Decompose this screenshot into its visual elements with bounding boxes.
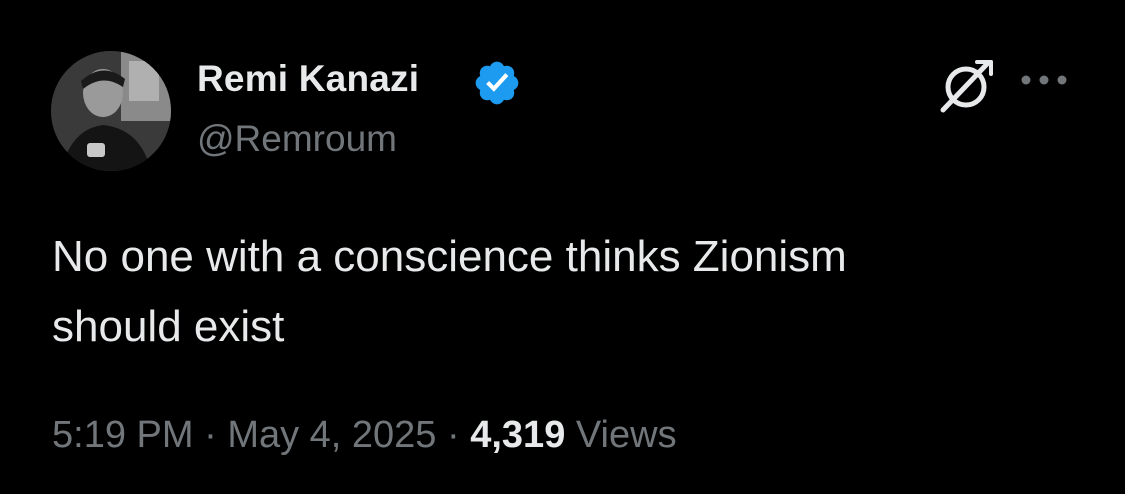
meta-separator: · [447, 414, 460, 456]
grok-icon[interactable] [937, 58, 995, 116]
views-count[interactable]: 4,319 [470, 414, 565, 456]
tweet-meta: 5:19 PM · May 4, 2025 · 4,319 Views [52, 414, 677, 457]
tweet-text: No one with a conscience thinks Zionism … [52, 232, 847, 351]
more-options-icon[interactable] [1018, 68, 1070, 92]
tweet-time[interactable]: 5:19 PM [52, 414, 194, 456]
tweet-date[interactable]: May 4, 2025 [227, 414, 436, 456]
avatar-photo [51, 51, 171, 171]
views-label: Views [575, 414, 677, 456]
meta-separator: · [204, 414, 217, 456]
tweet-card: Remi Kanazi @Remroum No one with a consc… [0, 0, 1125, 494]
verified-badge-icon [475, 61, 519, 105]
author-handle[interactable]: @Remroum [197, 118, 397, 160]
author-display-name[interactable]: Remi Kanazi [197, 58, 419, 100]
avatar[interactable] [51, 51, 171, 171]
